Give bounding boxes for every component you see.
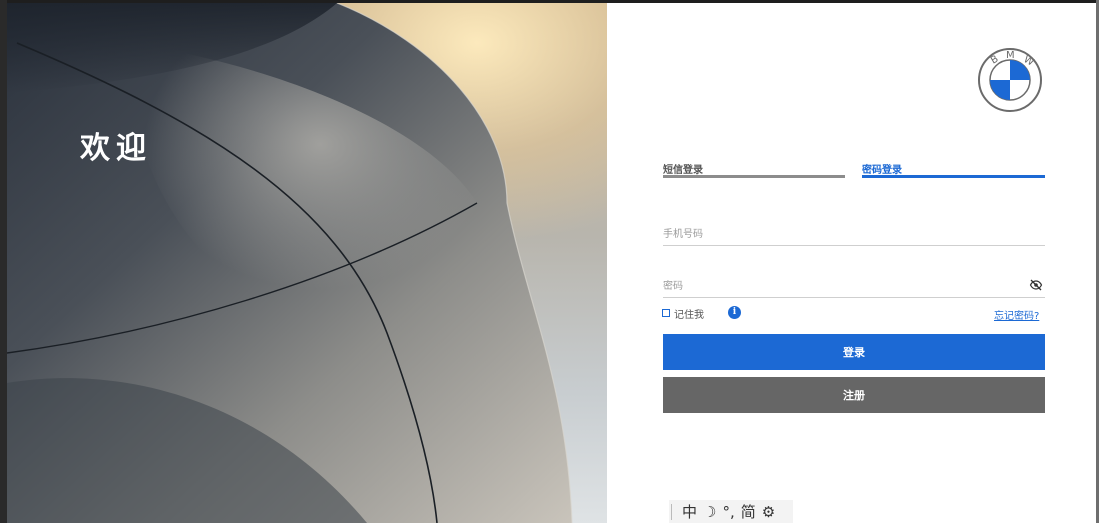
ime-toolbar: 中 ☽ °, 简 ⚙	[669, 500, 793, 523]
remember-me-label[interactable]: 记住我	[674, 306, 704, 321]
hero-architecture-illustration	[7, 3, 573, 523]
info-icon[interactable]: i	[728, 306, 741, 319]
remember-me-checkbox[interactable]	[662, 309, 670, 317]
window-left-border	[0, 0, 7, 523]
phone-input[interactable]	[663, 223, 1003, 246]
password-field-container	[663, 274, 1045, 298]
register-button[interactable]: 注册	[663, 377, 1045, 413]
welcome-title: 欢迎	[80, 131, 152, 166]
tab-password-login-underline	[862, 175, 1045, 178]
logo-letter-m: M	[1006, 50, 1015, 61]
ime-settings-icon[interactable]: ⚙	[762, 503, 775, 521]
hero-image: 欢迎	[7, 3, 607, 523]
password-input[interactable]	[663, 275, 1003, 298]
login-button[interactable]: 登录	[663, 334, 1045, 370]
ime-grip[interactable]	[671, 503, 672, 520]
ime-punctuation-toggle[interactable]: °,	[722, 503, 734, 521]
phone-field-container	[663, 222, 1045, 246]
remember-me-row[interactable]: 记住我	[662, 306, 704, 321]
tab-sms-login[interactable]: 短信登录	[663, 161, 703, 176]
ime-mode-toggle[interactable]: 中	[682, 501, 697, 522]
tab-sms-login-underline	[663, 175, 845, 178]
forgot-password-link[interactable]: 忘记密码?	[994, 307, 1039, 322]
ime-script-toggle[interactable]: 简	[741, 501, 756, 522]
toggle-password-visibility-icon[interactable]	[1029, 278, 1043, 292]
ime-moon-icon[interactable]: ☽	[703, 503, 716, 521]
bmw-logo: B M W	[978, 48, 1042, 112]
tab-password-login[interactable]: 密码登录	[862, 161, 902, 176]
